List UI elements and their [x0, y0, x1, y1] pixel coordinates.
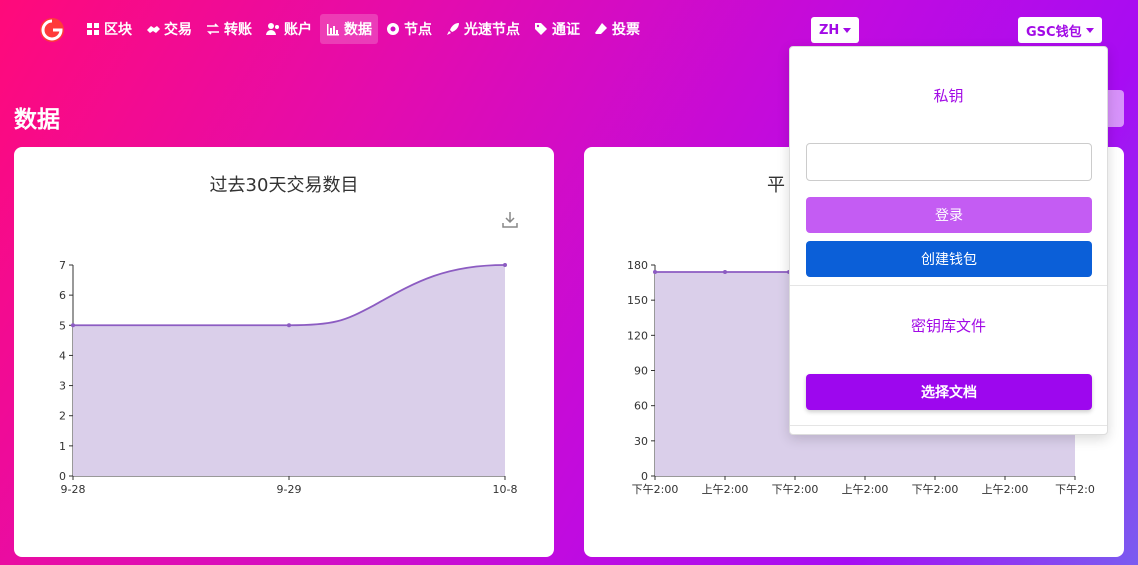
divider: [790, 425, 1107, 426]
wallet-label: GSC钱包: [1026, 24, 1082, 40]
nav-item-label: 交易: [164, 22, 192, 38]
grid-icon: [87, 23, 99, 35]
page-title: 数据: [14, 107, 60, 133]
x-tick-label: 下午2:00: [912, 483, 959, 496]
area-fill: [73, 265, 505, 476]
data-point: [287, 323, 291, 328]
nav-item-label: 节点: [404, 22, 432, 38]
nav-item-6[interactable]: 光速节点: [440, 14, 526, 44]
language-select-button[interactable]: ZH: [811, 17, 860, 43]
wallet-menu-button[interactable]: GSC钱包: [1018, 17, 1102, 43]
data-point: [653, 270, 657, 275]
nav-item-1[interactable]: 交易: [140, 14, 198, 44]
exchange-icon: [207, 23, 219, 35]
y-tick-label: 4: [59, 349, 66, 362]
nav-item-label: 转账: [224, 22, 252, 38]
y-tick-label: 150: [627, 294, 648, 307]
circle-dot-icon: [387, 23, 399, 35]
y-tick-label: 7: [59, 259, 66, 272]
bar-chart-icon: [327, 24, 339, 36]
y-tick-label: 90: [634, 365, 648, 378]
divider: [790, 285, 1107, 286]
x-tick-label: 上午2:00: [702, 483, 749, 496]
nav-item-label: 投票: [612, 22, 640, 38]
y-tick-label: 0: [59, 470, 66, 483]
rocket-icon: [447, 23, 459, 35]
handshake-icon: [147, 26, 160, 33]
wallet-dropdown: 私钥 登录 创建钱包 密钥库文件 选择文档: [789, 46, 1108, 435]
nav-item-2[interactable]: 转账: [200, 14, 258, 44]
chevron-down-icon: [1085, 27, 1094, 33]
y-tick-label: 120: [627, 329, 648, 342]
x-tick-label: 9-29: [277, 483, 302, 496]
x-tick-label: 10-8: [493, 483, 518, 496]
data-point: [71, 323, 75, 328]
x-tick-label: 上午2:00: [982, 483, 1029, 496]
nav-item-label: 账户: [284, 22, 312, 38]
nav-menu: 区块 交易 转账 账户 数据 节点 光速节点 通证 投票: [80, 14, 646, 44]
nav-item-0[interactable]: 区块: [80, 14, 138, 44]
logo-icon[interactable]: [38, 16, 66, 44]
transactions-chart: 0 1 2 3 4 5 6 7 9-28 9-29 10-8: [59, 259, 518, 496]
y-tick-label: 6: [59, 289, 66, 302]
private-key-input[interactable]: [806, 143, 1092, 181]
y-tick-label: 1: [59, 440, 66, 453]
eraser-icon: [595, 23, 607, 34]
chevron-down-icon: [843, 27, 852, 33]
users-icon: [266, 23, 279, 35]
nav-item-3[interactable]: 账户: [260, 14, 318, 44]
y-tick-label: 180: [627, 259, 648, 272]
x-tick-label: 下午2:00: [772, 483, 819, 496]
nav-item-7[interactable]: 通证: [528, 14, 586, 44]
data-point: [723, 270, 727, 275]
x-tick-label: 下午2:0: [1055, 483, 1095, 496]
nav-item-label: 区块: [104, 22, 132, 38]
x-tick-label: 上午2:00: [842, 483, 889, 496]
chart-card-left: 过去30天交易数目 0 1 2 3 4 5 6 7 9-28 9-29 10-8: [14, 147, 554, 557]
create-wallet-button[interactable]: 创建钱包: [806, 241, 1092, 277]
private-key-heading: 私钥: [933, 87, 964, 105]
language-label: ZH: [819, 22, 840, 38]
x-tick-label: 9-28: [61, 483, 86, 496]
x-tick-label: 下午2:00: [632, 483, 679, 496]
choose-file-button[interactable]: 选择文档: [806, 374, 1092, 410]
y-tick-label: 30: [634, 435, 648, 448]
y-tick-label: 5: [59, 319, 66, 332]
nav-item-label: 通证: [552, 22, 580, 38]
nav-item-4[interactable]: 数据: [320, 14, 378, 44]
y-tick-label: 3: [59, 380, 66, 393]
tag-icon: [535, 23, 547, 35]
nav-item-5[interactable]: 节点: [380, 14, 438, 44]
keystore-heading: 密钥库文件: [910, 317, 986, 335]
login-button[interactable]: 登录: [806, 197, 1092, 233]
nav-item-8[interactable]: 投票: [588, 14, 646, 44]
y-tick-label: 60: [634, 400, 648, 413]
y-tick-label: 2: [59, 410, 66, 423]
data-point: [503, 263, 507, 267]
nav-item-label: 数据: [344, 22, 372, 38]
nav-item-label: 光速节点: [464, 22, 520, 38]
y-tick-label: 0: [641, 470, 648, 483]
